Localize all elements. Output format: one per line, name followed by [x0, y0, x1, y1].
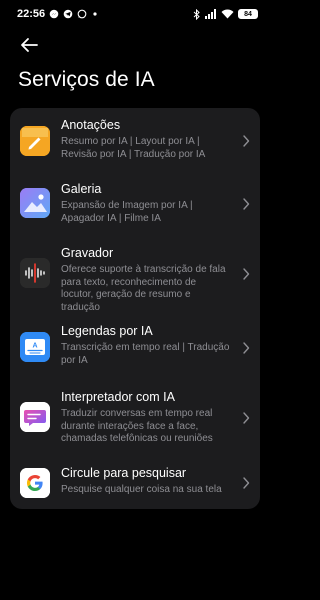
battery-indicator: 84	[238, 9, 258, 19]
service-title: Gravador	[61, 246, 114, 260]
bluetooth-icon	[193, 8, 200, 20]
back-button[interactable]	[16, 34, 42, 56]
service-item-gravador[interactable]: Gravador Oferece suporte à transcrição d…	[10, 246, 260, 313]
service-description: Resumo por IA | Layout por IA | Revisão …	[61, 136, 206, 160]
chevron-right-icon	[242, 135, 250, 147]
signal-icon	[204, 9, 217, 19]
google-icon	[20, 468, 50, 498]
service-description: Traduzir conversas em tempo real durante…	[61, 408, 213, 444]
gallery-icon	[20, 188, 50, 218]
service-title: Interpretador com IA	[61, 390, 175, 404]
service-item-interpretador[interactable]: Interpretador com IA Traduzir conversas …	[10, 390, 260, 450]
service-title: Circule para pesquisar	[61, 466, 187, 480]
whatsapp-icon	[77, 9, 87, 19]
chevron-right-icon	[242, 412, 250, 424]
service-title: Legendas por IA	[61, 324, 153, 338]
chevron-right-icon	[242, 477, 250, 489]
status-bar: 22:56 84	[0, 0, 270, 28]
wifi-icon	[221, 9, 234, 19]
service-title: Anotações	[61, 118, 121, 132]
service-description: Transcrição em tempo real | Tradução por…	[61, 342, 230, 366]
telegram-icon	[63, 9, 73, 19]
service-description: Expansão de Imagem por IA | Apagador IA …	[61, 200, 193, 224]
subtitles-icon: A	[20, 332, 50, 362]
messenger-icon	[49, 9, 59, 19]
service-description: Oferece suporte à transcrição de fala pa…	[61, 264, 226, 313]
service-item-galeria[interactable]: Galeria Expansão de Imagem por IA | Apag…	[10, 182, 260, 230]
chevron-right-icon	[242, 342, 250, 354]
recorder-icon	[20, 258, 50, 288]
notes-icon	[20, 126, 50, 156]
more-dots-icon	[91, 9, 99, 19]
service-title: Galeria	[61, 182, 102, 196]
services-list: Anotações Resumo por IA | Layout por IA …	[10, 108, 260, 509]
svg-text:A: A	[32, 343, 37, 350]
back-arrow-icon	[19, 37, 39, 53]
service-item-circule[interactable]: Circule para pesquisar Pesquise qualquer…	[10, 466, 260, 502]
chevron-right-icon	[242, 198, 250, 210]
service-description: Pesquise qualquer coisa na sua tela	[61, 484, 222, 495]
page-title: Serviços de IA	[18, 68, 155, 91]
status-right: 84	[193, 8, 258, 20]
chevron-right-icon	[242, 268, 250, 280]
service-item-anotacoes[interactable]: Anotações Resumo por IA | Layout por IA …	[10, 118, 260, 176]
service-item-legendas[interactable]: A Legendas por IA Transcrição em tempo r…	[10, 324, 260, 372]
interpreter-icon	[20, 402, 50, 432]
status-time: 22:56	[17, 8, 46, 20]
status-left: 22:56	[17, 8, 99, 20]
